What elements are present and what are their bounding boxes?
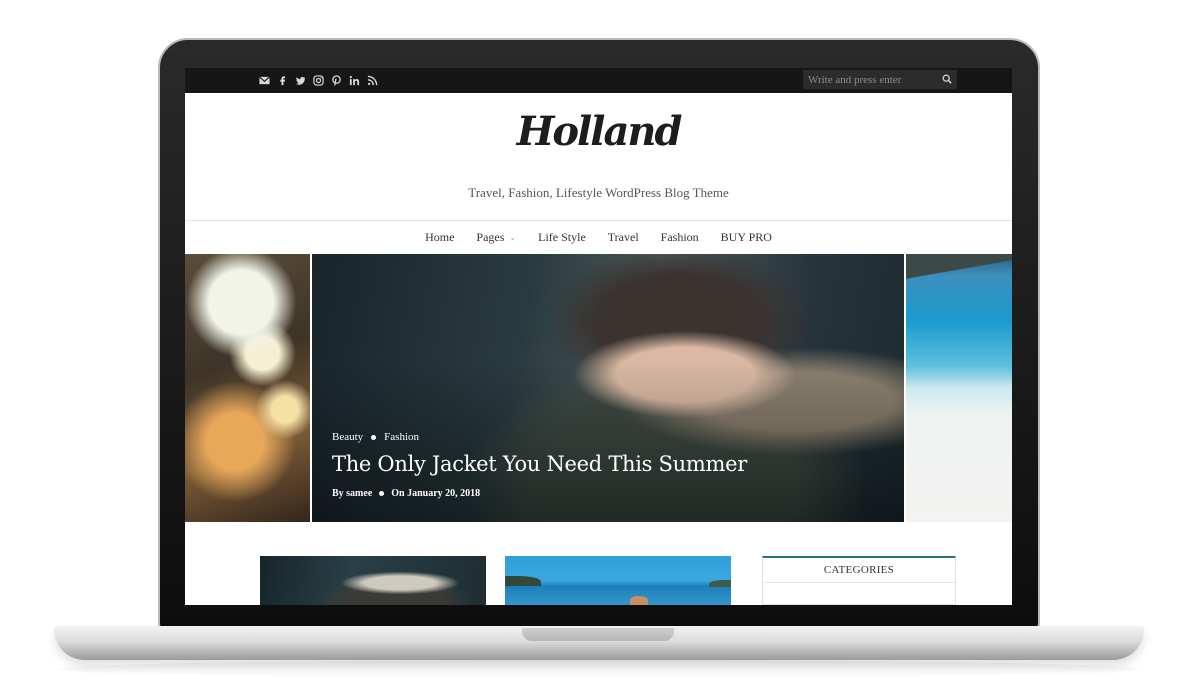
nav-item-label: Home xyxy=(425,230,455,244)
nav-item-life-style[interactable]: Life Style xyxy=(527,230,597,245)
category-link-fashion[interactable]: Fashion xyxy=(384,431,419,443)
main-navigation: Home Pages ⌄ Life Style Travel Fashion BU… xyxy=(185,230,1012,245)
nav-item-home[interactable]: Home xyxy=(414,230,465,245)
nav-item-label: BUY PRO xyxy=(720,230,772,244)
widget-divider xyxy=(763,582,955,583)
nav-item-buy-pro[interactable]: BUY PRO xyxy=(710,230,783,245)
person-shape xyxy=(630,596,648,605)
island-shape xyxy=(709,580,731,587)
nav-item-label: Life Style xyxy=(538,230,586,244)
post-card-image[interactable] xyxy=(505,556,731,605)
social-links xyxy=(259,72,378,89)
separator-dot xyxy=(371,434,377,440)
facebook-icon[interactable] xyxy=(277,75,288,86)
post-card-image[interactable] xyxy=(260,556,486,605)
search-input[interactable] xyxy=(803,70,933,89)
site-tagline: Travel, Fashion, Lifestyle WordPress Blo… xyxy=(468,185,729,200)
top-bar xyxy=(185,68,1012,93)
chevron-down-icon: ⌄ xyxy=(509,233,517,242)
search-box xyxy=(803,70,957,89)
nav-item-pages[interactable]: Pages ⌄ xyxy=(465,230,527,245)
nav-item-travel[interactable]: Travel xyxy=(597,230,650,245)
envelope-icon[interactable] xyxy=(259,75,270,86)
nav-divider xyxy=(185,220,1012,221)
category-link-beauty[interactable]: Beauty xyxy=(332,431,363,443)
widget-title: CATEGORIES xyxy=(823,564,895,576)
slide-meta: By samee On January 20, 2018 xyxy=(332,488,480,499)
island-shape xyxy=(505,576,541,586)
slide-title[interactable]: The Only Jacket You Need This Summer xyxy=(332,452,772,476)
nav-item-label: Pages xyxy=(476,230,505,244)
nav-item-label: Fashion xyxy=(660,230,699,244)
search-icon[interactable] xyxy=(942,74,952,84)
slide-rock-shape xyxy=(906,254,1012,284)
separator-dot xyxy=(379,491,385,496)
nav-item-fashion[interactable]: Fashion xyxy=(650,230,710,245)
pinterest-icon[interactable] xyxy=(331,75,342,86)
slide-overlay xyxy=(312,254,904,522)
rss-icon[interactable] xyxy=(367,75,378,86)
laptop-screen: Holland Travel, Fashion, Lifestyle WordP… xyxy=(185,68,1012,605)
slide-categories: Beauty Fashion xyxy=(332,431,419,443)
linkedin-icon[interactable] xyxy=(349,75,360,86)
twitter-icon[interactable] xyxy=(295,75,306,86)
slide-date: On January 20, 2018 xyxy=(391,488,481,499)
nav-item-label: Travel xyxy=(607,230,639,244)
slide-author[interactable]: By samee xyxy=(332,488,372,499)
categories-widget: CATEGORIES xyxy=(762,556,956,605)
instagram-icon[interactable] xyxy=(313,75,324,86)
laptop-notch xyxy=(522,628,674,641)
laptop-reflection xyxy=(60,660,1138,678)
site-logo[interactable]: Holland xyxy=(185,108,1012,155)
slider-next-image[interactable] xyxy=(906,254,1012,522)
slider-featured-image[interactable] xyxy=(312,254,904,522)
slider-prev-image[interactable] xyxy=(185,254,310,522)
